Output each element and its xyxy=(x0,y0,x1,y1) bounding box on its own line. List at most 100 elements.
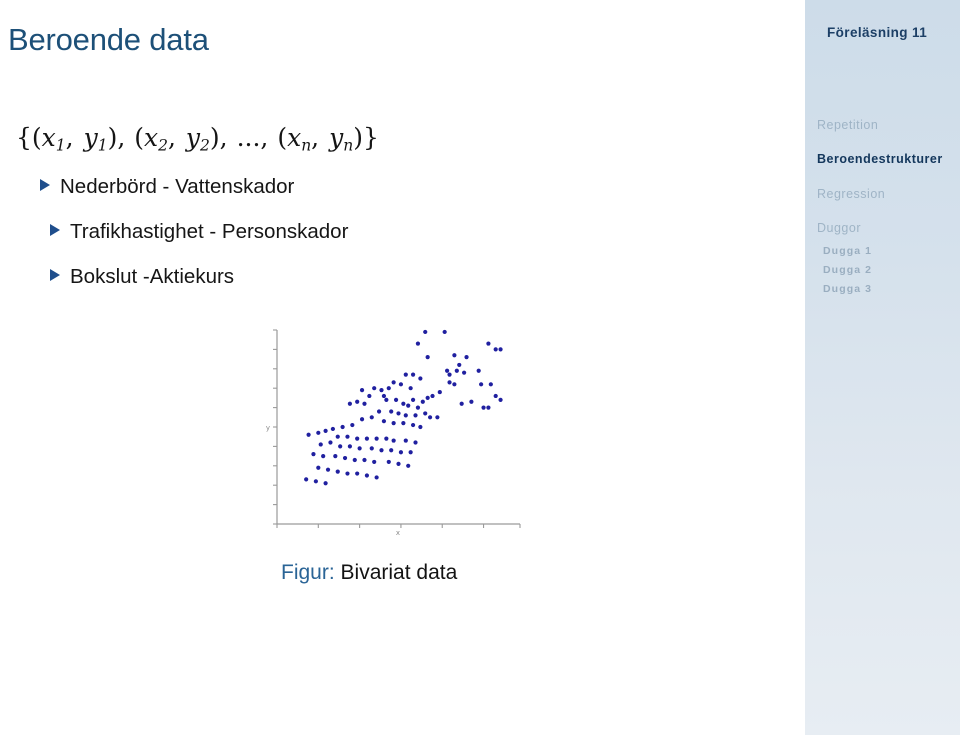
scatter-point xyxy=(486,341,491,346)
scatter-point xyxy=(311,452,316,457)
scatter-point xyxy=(442,329,447,335)
scatter-point xyxy=(452,382,457,387)
scatter-point xyxy=(357,446,362,451)
comma-3: , xyxy=(311,123,330,152)
scatter-point xyxy=(423,411,428,416)
scatter-point xyxy=(391,380,396,385)
scatter-point xyxy=(401,421,406,426)
scatter-point xyxy=(328,440,333,445)
scatter-point xyxy=(435,415,440,420)
scatter-point xyxy=(304,477,309,482)
scatter-point xyxy=(410,372,416,377)
scatter-point xyxy=(481,405,486,410)
plot-axes xyxy=(273,329,521,528)
scatter-point xyxy=(447,380,452,385)
y-symbol-n: y xyxy=(329,123,344,152)
scatter-point xyxy=(381,419,387,424)
navigation-sidebar: Föreläsning 11 Repetition Beroendestrukt… xyxy=(805,0,960,735)
scatter-point xyxy=(338,444,343,449)
scatter-point xyxy=(323,481,328,486)
scatter-point xyxy=(488,382,493,387)
scatter-point xyxy=(410,422,416,428)
scatter-point xyxy=(376,409,382,414)
scatter-point xyxy=(316,465,321,470)
scatter-point xyxy=(364,436,370,441)
scatter-point xyxy=(313,479,318,484)
comma-1: , xyxy=(65,123,84,152)
scatter-point xyxy=(425,395,430,400)
x-symbol-1: x xyxy=(41,123,56,152)
scatter-point xyxy=(389,409,394,414)
x-symbol-2: x xyxy=(144,123,159,152)
bullet-label-1: Nederbörd - Vattenskador xyxy=(60,175,295,198)
scatter-point xyxy=(347,401,352,406)
y-axis-ticks xyxy=(273,329,277,525)
scatter-point xyxy=(306,432,311,437)
math-set-expression: {(x1, y1), (x2, y2), ..., (xn, yn)} xyxy=(16,123,379,154)
scatter-point xyxy=(476,368,481,373)
scatter-point xyxy=(403,438,408,443)
scatter-point xyxy=(325,467,331,472)
scatter-point xyxy=(355,471,360,476)
scatter-point xyxy=(355,399,360,404)
sidebar-item-regression[interactable]: Regression xyxy=(817,187,885,201)
scatter-point xyxy=(447,372,452,377)
scatter-point xyxy=(396,461,401,466)
scatter-points xyxy=(304,329,503,486)
scatter-point xyxy=(333,454,338,459)
scatter-point xyxy=(469,399,474,404)
scatter-point xyxy=(493,347,498,352)
y-symbol-2: y xyxy=(185,123,201,152)
x-subscript-n: n xyxy=(301,136,312,155)
y-subscript-1: 1 xyxy=(97,136,108,155)
paren-open-2: ( xyxy=(134,123,144,152)
paren-open-1: ( xyxy=(31,123,42,152)
y-subscript-2: 2 xyxy=(200,136,210,155)
x-symbol-n: x xyxy=(287,123,302,152)
scatter-point xyxy=(359,417,365,422)
sidebar-subitem-dugga-2[interactable]: Dugga 2 xyxy=(823,264,872,276)
scatter-point xyxy=(396,411,401,416)
scatter-point xyxy=(384,397,389,402)
triangle-right-icon xyxy=(50,269,60,281)
scatter-point xyxy=(410,397,416,402)
separator-3: , xyxy=(260,123,270,152)
scatter-point xyxy=(413,413,418,418)
scatter-point xyxy=(403,413,408,418)
x-subscript-2: 2 xyxy=(158,136,168,155)
scatter-point xyxy=(318,442,323,447)
scatter-point xyxy=(372,386,377,391)
scatter-point xyxy=(369,415,374,420)
scatter-point xyxy=(403,372,408,377)
sidebar-item-duggor[interactable]: Duggor xyxy=(817,221,861,235)
scatter-point xyxy=(321,454,326,459)
scatter-point xyxy=(391,421,396,426)
scatter-point xyxy=(415,405,421,410)
scatter-point xyxy=(379,448,384,453)
scatter-point xyxy=(457,362,462,368)
scatter-point xyxy=(345,434,350,439)
scatter-point xyxy=(420,399,425,404)
x-axis-label: x xyxy=(396,529,400,537)
scatter-point xyxy=(454,368,459,373)
brace-close: } xyxy=(362,123,379,152)
scatter-plot-figure: y x xyxy=(262,318,530,543)
sidebar-subitem-dugga-1[interactable]: Dugga 1 xyxy=(823,245,872,257)
scatter-point xyxy=(401,401,406,406)
brace-open: { xyxy=(16,123,32,152)
comma-2: , xyxy=(167,123,186,152)
scatter-point xyxy=(418,424,423,430)
scatter-point xyxy=(398,382,404,387)
scatter-point xyxy=(364,473,370,478)
sidebar-item-repetition[interactable]: Repetition xyxy=(817,118,878,132)
scatter-point xyxy=(350,422,355,428)
scatter-point xyxy=(374,436,379,441)
scatter-point xyxy=(391,438,396,443)
scatter-point xyxy=(352,457,357,463)
scatter-point xyxy=(430,393,435,399)
list-item: Trafikhastighet - Personskador xyxy=(50,220,348,244)
scatter-point xyxy=(445,368,450,373)
scatter-point xyxy=(418,376,423,381)
sidebar-item-beroendestrukturer[interactable]: Beroendestrukturer xyxy=(817,152,943,166)
sidebar-subitem-dugga-3[interactable]: Dugga 3 xyxy=(823,283,872,295)
